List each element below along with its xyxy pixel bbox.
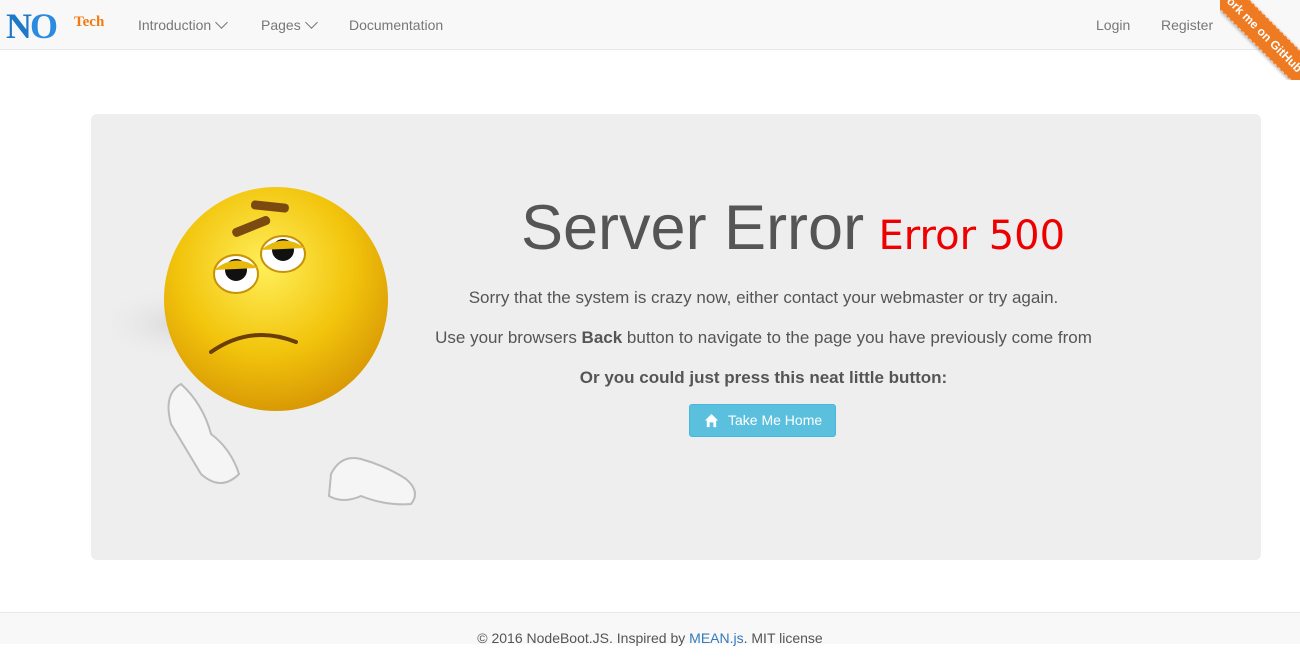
error-message-2-post: button to navigate to the page you have … [622,328,1092,347]
logo-letter-n: N [6,6,32,46]
error-title: Server Error [521,193,865,263]
error-heading: Server Error Error 500 [521,192,1065,264]
error-panel: Server Error Error 500 Sorry that the sy… [91,114,1261,560]
nav-documentation[interactable]: Documentation [349,0,443,50]
brand-logo[interactable]: N O Tech [6,6,116,44]
error-message-3: Or you could just press this neat little… [579,368,948,387]
take-me-home-label: Take Me Home [728,412,823,428]
error-message-2-pre: Use your browsers [435,328,582,347]
error-message-1: Sorry that the system is crazy now, eith… [468,288,1059,307]
take-me-home-button[interactable]: Take Me Home [689,404,836,437]
nav-introduction[interactable]: Introduction [138,0,229,50]
footer: © 2016 NodeBoot.JS. Inspired by MEAN.js.… [0,612,1300,646]
fork-ribbon[interactable]: Fork me on GitHub [1220,0,1300,80]
nav-pages[interactable]: Pages [261,0,318,50]
navbar: N O Tech Introduction Pages Documentatio… [0,0,1300,80]
nav-register[interactable]: Register [1161,0,1213,50]
chevron-down-icon [215,16,229,29]
nav-pages-label: Pages [261,17,301,33]
error-message-2-bold: Back [581,328,623,347]
sad-emoji-illustration [111,187,416,506]
chevron-down-icon [304,16,318,29]
error-code: Error 500 [878,213,1066,259]
error-message-2: Use your browsers Back button to navigat… [361,328,1166,348]
logo-letter-o: O [30,6,58,46]
nav-introduction-label: Introduction [138,17,212,33]
home-icon [704,413,719,428]
nav-login[interactable]: Login [1096,0,1130,50]
fork-ribbon-label[interactable]: Fork me on GitHub [1220,0,1300,80]
nav-documentation-label: Documentation [349,17,444,33]
logo-tech: Tech [74,14,105,30]
